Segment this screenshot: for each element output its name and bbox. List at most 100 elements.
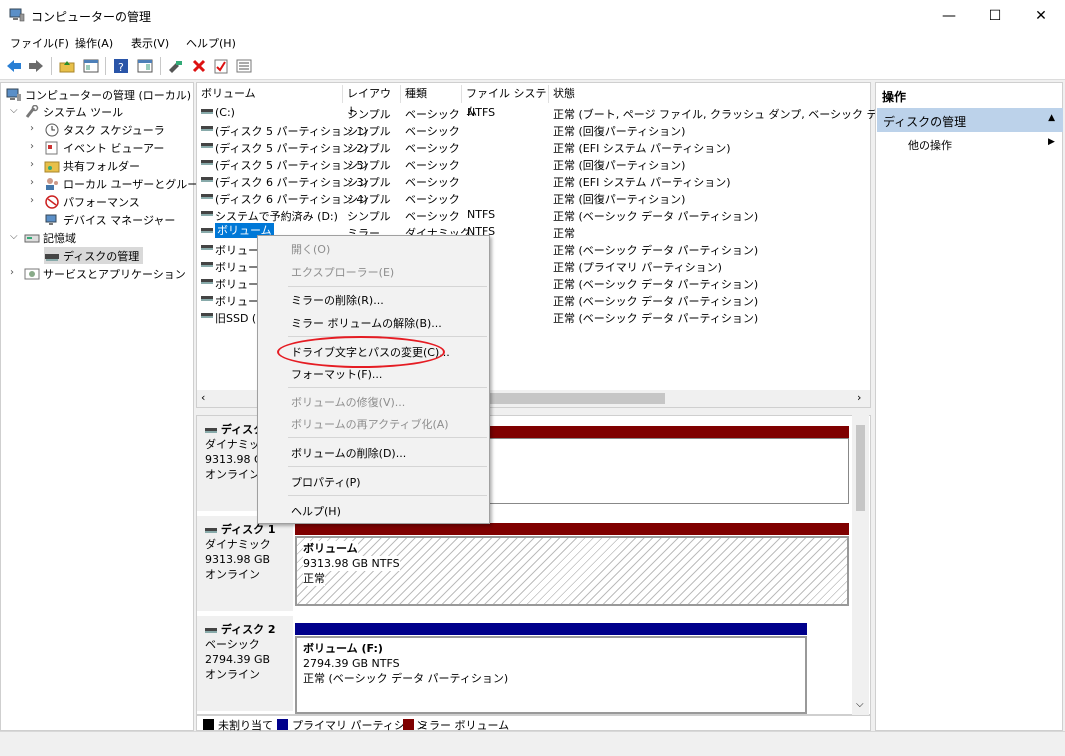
column-header-layout[interactable]: レイアウト (343, 85, 401, 118)
menu-action[interactable]: 操作(A) (75, 35, 113, 51)
volume-cell: ベーシック (405, 176, 460, 189)
disk-1-mirror-bar (295, 523, 849, 535)
performance-icon (45, 194, 59, 209)
chevron-right-icon[interactable]: › (10, 267, 14, 278)
show-action-pane-button[interactable] (136, 57, 154, 75)
chevron-down-icon[interactable]: ⌵ (10, 105, 18, 116)
ctx-repair[interactable]: ボリュームの修復(V)... (291, 394, 405, 410)
properties-button[interactable] (235, 57, 253, 75)
ctx-help[interactable]: ヘルプ(H) (291, 503, 341, 519)
disk-2-label[interactable]: ディスク 2 ベーシック 2794.39 GB オンライン (197, 616, 293, 711)
tree-system-tools[interactable]: システム ツール (24, 103, 123, 120)
back-button[interactable] (5, 57, 23, 75)
tree-disk-management[interactable]: ディスクの管理 (44, 247, 144, 264)
volume-cell: NTFS (467, 106, 496, 119)
collapse-up-icon[interactable]: ▲ (1048, 113, 1055, 123)
chevron-right-icon[interactable]: › (30, 159, 34, 170)
volume-cell: シンプル (347, 176, 391, 189)
chevron-right-icon[interactable]: › (30, 177, 34, 188)
disk-1-label[interactable]: ディスク 1 ダイナミック 9313.98 GB オンライン (197, 516, 293, 611)
scroll-right-icon[interactable]: › (857, 391, 861, 404)
scroll-thumb[interactable] (489, 393, 665, 404)
ctx-properties[interactable]: プロパティ(P) (291, 474, 361, 490)
vertical-scrollbar[interactable]: ⌵ (852, 415, 869, 715)
volume-row[interactable]: (ディスク 6 パーティション 4) シンプル ベーシック 正常 (回復パーティション… (197, 189, 872, 206)
actions-disk-management[interactable]: ディスクの管理 ▲ (877, 108, 1063, 132)
disk-2-name: ディスク 2 (220, 623, 276, 636)
volume-cell: 正常 (ベーシック データ パーティション) (553, 244, 759, 257)
minimize-button[interactable]: — (926, 0, 972, 31)
disk-1-size: 9313.98 GB (205, 553, 271, 566)
help-button[interactable]: ? (112, 57, 130, 75)
column-header-filesystem[interactable]: ファイル システム (462, 85, 549, 118)
vscroll-thumb[interactable] (856, 425, 865, 511)
chevron-right-icon[interactable]: › (30, 123, 34, 134)
show-tree-button[interactable] (82, 57, 100, 75)
check-button[interactable] (212, 57, 230, 75)
volume-cell: シンプル (347, 125, 391, 138)
disk-2-volume[interactable]: ボリューム (F:) 2794.39 GB NTFS 正常 (ベーシック データ… (295, 636, 807, 714)
scroll-down-icon[interactable]: ⌵ (856, 699, 864, 710)
scroll-left-icon[interactable]: ‹ (201, 391, 205, 404)
column-header-status[interactable]: 状態 (549, 85, 870, 103)
forward-button[interactable] (27, 57, 45, 75)
tree-services-apps[interactable]: サービスとアプリケーション (24, 265, 186, 282)
volume-cell: 正常 (ベーシック データ パーティション) (553, 278, 759, 291)
volume-disk-icon (201, 228, 213, 233)
up-folder-button[interactable] (58, 57, 76, 75)
volume-row[interactable]: システムで予約済み (D:) シンプル ベーシック NTFS 正常 (ベーシック データ… (197, 206, 872, 223)
ctx-break-mirror[interactable]: ミラー ボリュームの解除(B)... (291, 315, 442, 331)
volume-cell: (ディスク 5 パーティション 5) (215, 159, 368, 172)
ctx-reactivate[interactable]: ボリュームの再アクティブ化(A) (291, 416, 449, 432)
tree-shared-folders-label: 共有フォルダー (63, 159, 140, 173)
tree-root[interactable]: コンピューターの管理 (ローカル) (6, 86, 191, 103)
disk-1-status: オンライン (205, 568, 260, 581)
device-manager-icon (45, 214, 57, 225)
volume-row[interactable]: (ディスク 5 パーティション 1) シンプル ベーシック 正常 (回復パーティション… (197, 121, 872, 138)
tree-local-users[interactable]: ローカル ユーザーとグループ (44, 175, 209, 192)
volume-row[interactable]: (ディスク 5 パーティション 5) シンプル ベーシック 正常 (回復パーティション… (197, 155, 872, 172)
volume-cell: 正常 (回復パーティション) (553, 193, 686, 206)
volume-disk-icon (201, 245, 213, 250)
tree-performance[interactable]: パフォーマンス (44, 193, 140, 210)
ctx-delete-volume[interactable]: ボリュームの削除(D)... (291, 445, 406, 461)
tree-event-viewer[interactable]: イベント ビューアー (44, 139, 164, 156)
tree-local-users-label: ローカル ユーザーとグループ (63, 177, 209, 191)
tree-event-viewer-label: イベント ビューアー (63, 141, 165, 155)
volume-cell: 正常 (553, 227, 575, 240)
chevron-right-icon[interactable]: › (30, 141, 34, 152)
ctx-open[interactable]: 開く(O) (291, 241, 330, 257)
volume-row[interactable]: (ディスク 5 パーティション 2) シンプル ベーシック 正常 (EFI システム … (197, 138, 872, 155)
services-icon (24, 268, 40, 279)
delete-button[interactable] (190, 57, 208, 75)
column-header-type[interactable]: 種類 (401, 85, 462, 103)
navigation-tree: コンピューターの管理 (ローカル) ⌵ システム ツール › タスク スケジュー… (0, 82, 209, 731)
ctx-explorer[interactable]: エクスプローラー(E) (291, 264, 394, 280)
close-button[interactable]: ✕ (1018, 0, 1064, 31)
volume-row[interactable]: (ディスク 6 パーティション 3) シンプル ベーシック 正常 (EFI システム … (197, 172, 872, 189)
menu-help[interactable]: ヘルプ(H) (186, 35, 236, 51)
disk-2-volume-size: 2794.39 GB NTFS (303, 657, 400, 670)
ctx-remove-mirror[interactable]: ミラーの削除(R)... (291, 292, 384, 308)
disk-1-volume-size: 9313.98 GB NTFS (303, 556, 400, 571)
actions-selected-label: ディスクの管理 (883, 115, 967, 129)
volume-disk-icon (201, 109, 213, 114)
tree-disk-management-label: ディスクの管理 (63, 249, 140, 263)
ctx-format[interactable]: フォーマット(F)... (291, 366, 382, 382)
menu-file[interactable]: ファイル(F) (10, 35, 69, 51)
status-bar (0, 731, 1065, 756)
volume-disk-icon (201, 177, 213, 182)
tree-shared-folders[interactable]: 共有フォルダー (44, 157, 140, 174)
actions-other[interactable]: 他の操作 (908, 137, 952, 153)
maximize-button[interactable]: ☐ (972, 0, 1018, 31)
connect-button[interactable] (166, 57, 184, 75)
disk-1-volume[interactable]: ボリューム 9313.98 GB NTFS 正常 (295, 536, 849, 606)
tree-device-manager[interactable]: デバイス マネージャー (44, 211, 175, 228)
chevron-right-icon[interactable]: › (30, 195, 34, 206)
chevron-down-icon[interactable]: ⌵ (10, 231, 18, 242)
volume-row[interactable]: (C:) シンプル ベーシック NTFS 正常 (ブート, ページ ファイル, クラッシ… (197, 104, 936, 121)
menu-view[interactable]: 表示(V) (131, 35, 169, 51)
column-header-volume[interactable]: ボリューム (197, 85, 343, 103)
tree-storage[interactable]: 記憶域 (24, 229, 76, 246)
tree-task-scheduler[interactable]: タスク スケジューラ (44, 121, 165, 138)
